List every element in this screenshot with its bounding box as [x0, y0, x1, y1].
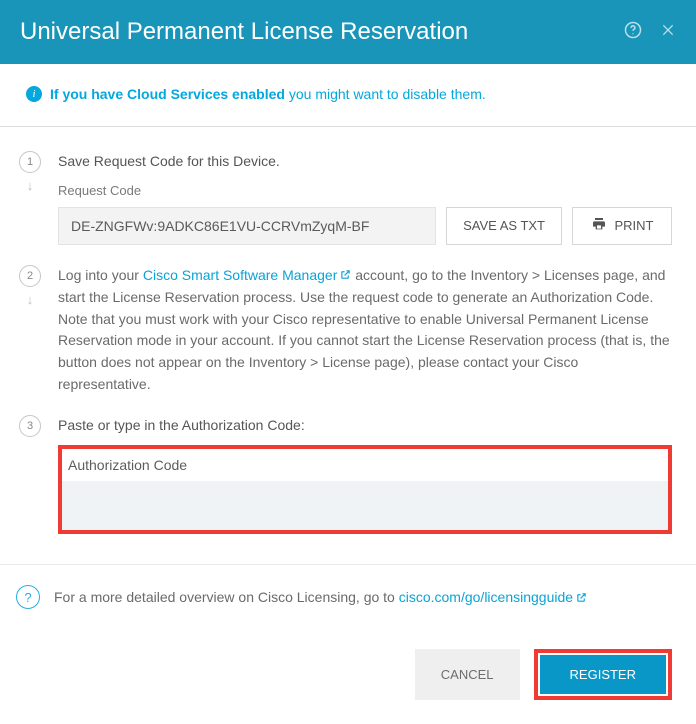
info-icon: i	[26, 86, 42, 102]
cssm-link[interactable]: Cisco Smart Software Manager	[143, 267, 352, 283]
help-icon[interactable]	[624, 21, 642, 44]
print-icon	[591, 216, 607, 235]
register-button[interactable]: REGISTER	[540, 655, 666, 694]
arrow-down-icon: ↓	[27, 293, 34, 306]
save-as-txt-button[interactable]: SAVE AS TXT	[446, 207, 562, 245]
step-number: 1	[19, 151, 41, 173]
arrow-down-icon: ↓	[27, 179, 34, 192]
auth-code-label: Authorization Code	[62, 449, 668, 481]
dialog-footer: CANCEL REGISTER	[0, 629, 696, 724]
step-number: 2	[19, 265, 41, 287]
close-icon[interactable]	[660, 22, 676, 43]
license-dialog: Universal Permanent License Reservation …	[0, 0, 696, 724]
external-link-icon	[340, 265, 351, 287]
step-1: 1 ↓ Save Request Code for this Device. R…	[16, 151, 672, 245]
info-rest: you might want to disable them.	[285, 86, 486, 102]
cancel-button[interactable]: CANCEL	[415, 649, 520, 700]
request-code-input[interactable]	[58, 207, 436, 245]
question-icon: ?	[16, 585, 40, 609]
register-highlight: REGISTER	[534, 649, 672, 700]
request-code-label: Request Code	[58, 181, 672, 201]
dialog-header: Universal Permanent License Reservation	[0, 0, 696, 64]
licensing-hint: ? For a more detailed overview on Cisco …	[0, 564, 696, 629]
step-3: 3 Paste or type in the Authorization Cod…	[16, 415, 672, 534]
auth-highlight: Authorization Code	[58, 445, 672, 534]
info-bold: If you have Cloud Services enabled	[50, 86, 285, 102]
auth-code-input[interactable]	[62, 481, 668, 531]
step-number: 3	[19, 415, 41, 437]
dialog-title: Universal Permanent License Reservation	[20, 18, 468, 46]
step-2: 2 ↓ Log into your Cisco Smart Software M…	[16, 265, 672, 396]
licensing-guide-link[interactable]: cisco.com/go/licensingguide	[399, 589, 587, 605]
step3-title: Paste or type in the Authorization Code:	[58, 415, 672, 437]
step2-text: Log into your Cisco Smart Software Manag…	[58, 265, 672, 396]
info-banner: i If you have Cloud Services enabled you…	[0, 64, 696, 127]
step1-title: Save Request Code for this Device.	[58, 151, 672, 173]
external-link-icon	[576, 590, 587, 606]
print-button[interactable]: PRINT	[572, 207, 672, 245]
